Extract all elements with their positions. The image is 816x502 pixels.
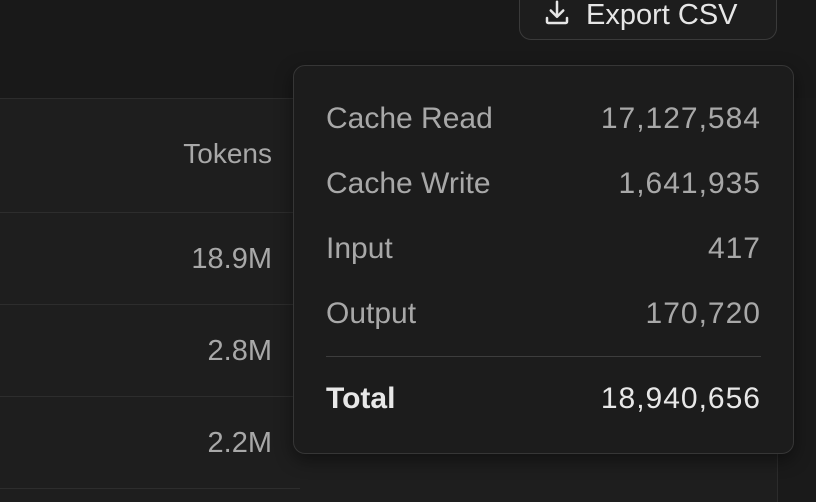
table-header-divider xyxy=(0,212,300,213)
tooltip-divider xyxy=(326,356,761,357)
tooltip-row-input: Input 417 xyxy=(326,232,761,266)
tooltip-label: Output xyxy=(326,297,417,330)
tooltip-label: Cache Write xyxy=(326,167,491,200)
column-header-tokens[interactable]: Tokens xyxy=(120,138,272,170)
table-row-tokens[interactable]: 2.2M xyxy=(120,427,272,460)
tooltip-value: 17,127,584 xyxy=(600,102,761,135)
tooltip-row-total: Total 18,940,656 xyxy=(326,382,761,416)
table-row-tokens[interactable]: 2.8M xyxy=(120,335,272,368)
table-row-divider xyxy=(0,304,300,305)
tooltip-total-label: Total xyxy=(326,382,396,415)
tooltip-value: 170,720 xyxy=(645,297,761,330)
table-row-tokens[interactable]: 18.9M xyxy=(120,243,272,276)
table-row-divider xyxy=(0,396,300,397)
stage: Export CSV Tokens 18.9M 2.8M 2.2M Cache … xyxy=(0,0,816,502)
tooltip-value: 417 xyxy=(707,232,761,265)
tooltip-total-value: 18,940,656 xyxy=(600,382,761,415)
tooltip-label: Cache Read xyxy=(326,102,493,135)
tooltip-row-cache-write: Cache Write 1,641,935 xyxy=(326,167,761,201)
tooltip-value: 1,641,935 xyxy=(618,167,761,200)
token-breakdown-tooltip: Cache Read 17,127,584 Cache Write 1,641,… xyxy=(293,65,794,454)
tooltip-row-cache-read: Cache Read 17,127,584 xyxy=(326,102,761,136)
tooltip-label: Input xyxy=(326,232,393,265)
tooltip-row-output: Output 170,720 xyxy=(326,297,761,331)
export-csv-button[interactable]: Export CSV xyxy=(519,0,777,40)
export-csv-label: Export CSV xyxy=(586,0,738,31)
download-icon xyxy=(542,0,572,33)
table-row-divider xyxy=(0,488,300,489)
